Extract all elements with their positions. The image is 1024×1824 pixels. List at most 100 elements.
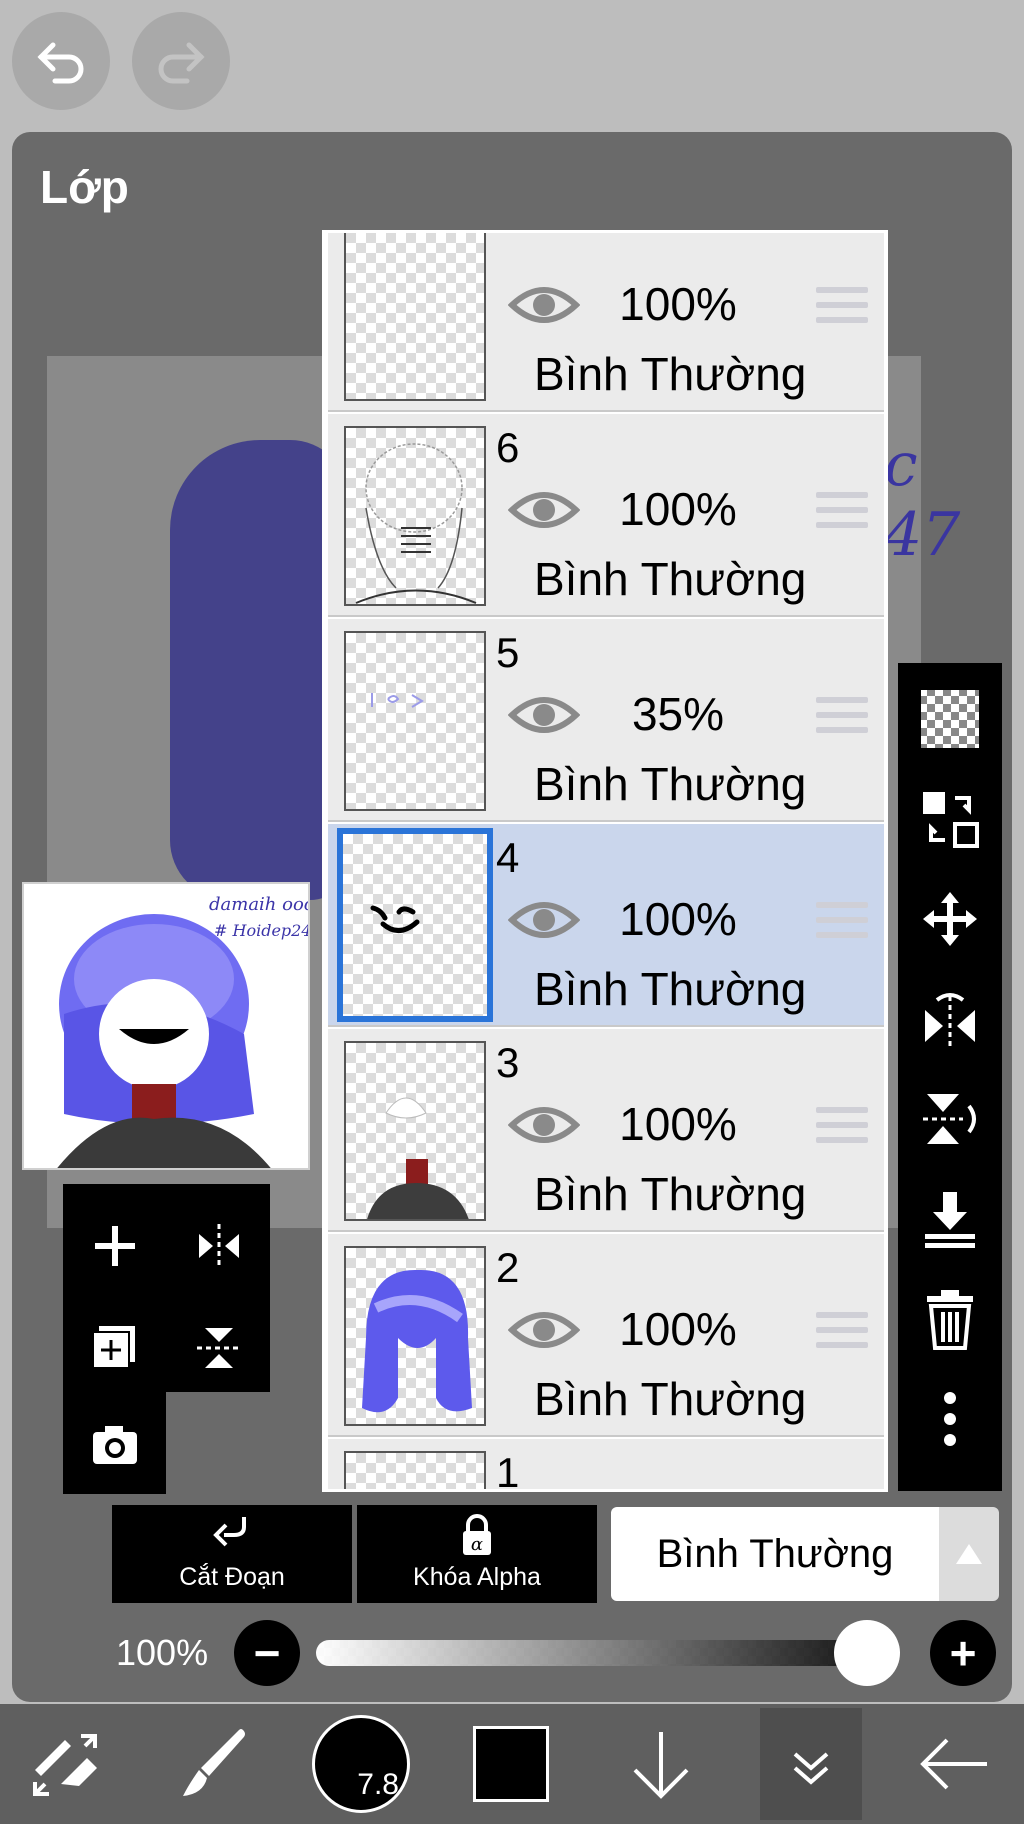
duplicate-layer-icon [92,1326,135,1369]
layer-row[interactable]: 100% Bình Thường [328,233,884,412]
hair-thumbnail [362,1269,472,1413]
layer-opacity: 100% [619,278,737,330]
blend-mode-dropdown-button[interactable] [939,1507,999,1601]
canvas-preview[interactable]: damaih ooo # Hoidep247 [22,882,310,1170]
layers-list[interactable]: 100% Bình Thường 6 100% Bình Thường 5 35… [322,230,888,1492]
swap-icon [923,792,979,848]
layer-row-selected[interactable]: 4 100% Bình Thường [328,824,884,1027]
visibility-eye-icon[interactable] [508,486,580,534]
layer-thumbnail [344,1041,486,1221]
merge-down-button[interactable] [912,1181,988,1257]
redo-icon [158,42,205,84]
layer-name: 6 [496,424,520,471]
layer-opacity: 35% [631,688,725,740]
scroll-down-button[interactable] [606,1704,716,1824]
swap-layer-button[interactable] [912,781,988,857]
alpha-lock-button[interactable]: α Khóa Alpha [357,1505,597,1603]
canvas-signature-fragment: c 47 [884,430,961,570]
panel-title: Lớp [40,161,129,213]
layers-menu-button[interactable] [760,1708,862,1820]
flip-horizontal-icon [199,1224,239,1268]
opacity-value: 100% [116,1632,209,1673]
layer-thumbnail [344,1246,486,1426]
drag-handle-icon[interactable] [816,1312,868,1356]
layer-thumbnail [344,1451,486,1489]
brush-size-button[interactable]: 7.8 [306,1704,416,1824]
arrow-left-icon [920,1738,987,1790]
preview-artwork: damaih ooo # Hoidep247 [24,884,310,1168]
visibility-eye-icon[interactable] [508,896,580,944]
redo-button[interactable] [132,12,230,110]
layer-name: 1 [496,1449,520,1492]
opacity-slider[interactable] [316,1640,890,1666]
layer-thumbnail [344,233,486,401]
trash-icon [927,1290,973,1350]
brush-icon [183,1729,245,1796]
clipping-arrow-icon [213,1517,246,1547]
flip-horizontal-button[interactable] [179,1206,259,1286]
opacity-decrease-button[interactable]: − [234,1620,300,1686]
tool-switch-button[interactable] [10,1704,120,1824]
back-button[interactable] [900,1704,1010,1824]
move-icon [923,892,977,946]
move-button[interactable] [912,881,988,957]
layer-row[interactable]: 2 100% Bình Thường [328,1234,884,1437]
layer-opacity: 100% [619,1098,737,1150]
clipping-button[interactable]: Cắt Đoạn [112,1505,352,1603]
checkerboard-icon [921,690,979,748]
layer-blend-mode: Bình Thường [534,1373,807,1425]
duplicate-layer-button[interactable] [75,1308,155,1388]
layer-opacity: 100% [619,893,737,945]
layer-thumbnail [337,828,493,1022]
flip-layer-horizontal-button[interactable] [912,981,988,1057]
flip-vertical-icon [923,1094,976,1144]
camera-import-button[interactable] [75,1404,155,1484]
layer-blend-mode: Bình Thường [534,348,807,400]
preview-signature-2: # Hoidep247 [214,921,310,940]
opacity-slider-knob[interactable] [834,1620,900,1686]
double-chevron-down-icon [793,1752,829,1785]
plus-icon [95,1226,135,1266]
delete-layer-button[interactable] [912,1281,988,1357]
visibility-eye-icon[interactable] [508,1101,580,1149]
svg-text:α: α [471,1534,483,1555]
layer-blend-mode: Bình Thường [534,758,807,810]
brush-tool-button[interactable] [158,1704,268,1824]
drag-handle-icon[interactable] [816,492,868,536]
layer-thumbnail [344,426,486,606]
layer-row[interactable]: 1 [328,1439,884,1492]
flip-vertical-button[interactable] [179,1308,259,1388]
visibility-eye-icon[interactable] [508,691,580,739]
drag-handle-icon[interactable] [816,1107,868,1151]
undo-icon [37,42,84,84]
drag-handle-icon[interactable] [816,287,868,331]
opacity-increase-button[interactable]: + [930,1620,996,1686]
layer-opacity: 100% [619,1303,737,1355]
transparency-button[interactable] [912,681,988,757]
layer-options-toolbar [898,663,1002,1491]
add-layer-button[interactable] [75,1206,155,1286]
undo-button[interactable] [12,12,110,110]
layer-row[interactable]: 5 35% Bình Thường [328,619,884,822]
triangle-up-icon [956,1544,982,1564]
more-options-button[interactable] [912,1381,988,1457]
visibility-eye-icon[interactable] [508,1306,580,1354]
preview-signature: damaih ooo [209,894,310,915]
visibility-eye-icon[interactable] [508,281,580,329]
layer-opacity: 100% [619,483,737,535]
layer-name: 4 [496,834,520,881]
layer-thumbnail [344,631,486,811]
layer-name: 2 [496,1244,520,1291]
layer-row[interactable]: 3 100% Bình Thường [328,1029,884,1232]
drag-handle-icon[interactable] [816,902,868,946]
drag-handle-icon[interactable] [816,697,868,741]
layer-blend-mode: Bình Thường [534,553,807,605]
blend-mode-select[interactable]: Bình Thường [611,1507,939,1601]
primary-color-swatch [473,1726,549,1802]
layer-row[interactable]: 6 100% Bình Thường [328,414,884,617]
layer-name: 5 [496,629,520,676]
layer-tools-panel-2 [63,1392,166,1494]
color-picker-button[interactable] [456,1704,566,1824]
layer-blend-mode: Bình Thường [534,1168,807,1220]
flip-layer-vertical-button[interactable] [912,1081,988,1157]
